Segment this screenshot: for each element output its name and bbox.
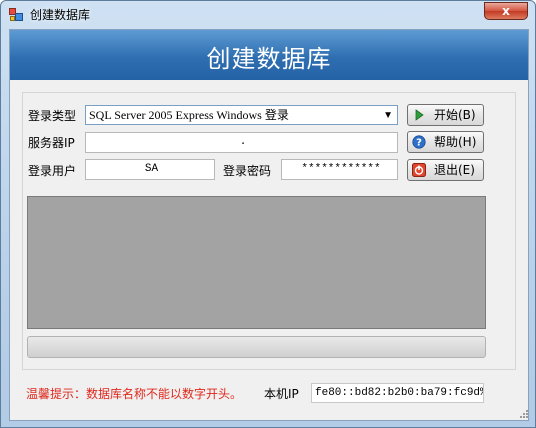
exit-button-label: 退出(E) xyxy=(434,163,475,177)
window-title: 创建数据库 xyxy=(30,8,91,22)
login-type-select[interactable]: SQL Server 2005 Express Windows 登录 ▼ xyxy=(85,105,398,125)
close-icon: x xyxy=(502,4,510,18)
exit-icon xyxy=(412,163,426,177)
server-ip-label: 服务器IP xyxy=(28,136,75,150)
password-label: 登录密码 xyxy=(223,164,272,178)
title-bar[interactable]: 创建数据库 x xyxy=(1,1,535,29)
password-input[interactable]: ************ xyxy=(281,159,398,180)
page-title: 创建数据库 xyxy=(206,45,332,73)
dropdown-arrow-icon[interactable]: ▼ xyxy=(383,107,393,125)
header-banner: 创建数据库 xyxy=(10,30,528,80)
app-icon xyxy=(9,8,23,22)
log-output-area[interactable] xyxy=(27,196,486,329)
user-label: 登录用户 xyxy=(28,164,77,178)
svg-text:?: ? xyxy=(416,138,422,149)
help-button[interactable]: ? 帮助(H) xyxy=(407,131,484,153)
hint-text: 温馨提示：数据库名称不能以数字开头。 xyxy=(26,387,243,401)
help-button-label: 帮助(H) xyxy=(434,135,477,149)
progress-bar xyxy=(27,336,486,358)
close-button[interactable]: x xyxy=(484,2,528,20)
app-window: 创建数据库 x 创建数据库 登录类型 SQL Server 2005 Expre… xyxy=(0,0,536,428)
play-icon xyxy=(415,109,424,121)
client-area: 创建数据库 登录类型 SQL Server 2005 Express Windo… xyxy=(9,29,529,421)
resize-grip-icon[interactable] xyxy=(518,410,528,420)
help-icon: ? xyxy=(412,135,426,149)
login-type-label: 登录类型 xyxy=(28,109,77,123)
start-button-label: 开始(B) xyxy=(434,108,476,122)
login-type-value: SQL Server 2005 Express Windows 登录 xyxy=(89,108,289,122)
local-ip-label: 本机IP xyxy=(264,387,299,401)
start-button[interactable]: 开始(B) xyxy=(407,104,484,126)
local-ip-field[interactable]: fe80::bd82:b2b0:ba79:fc9d%13 xyxy=(311,383,484,403)
exit-button[interactable]: 退出(E) xyxy=(407,159,484,181)
user-input[interactable]: SA xyxy=(85,159,215,180)
server-ip-input[interactable]: . xyxy=(85,132,398,153)
